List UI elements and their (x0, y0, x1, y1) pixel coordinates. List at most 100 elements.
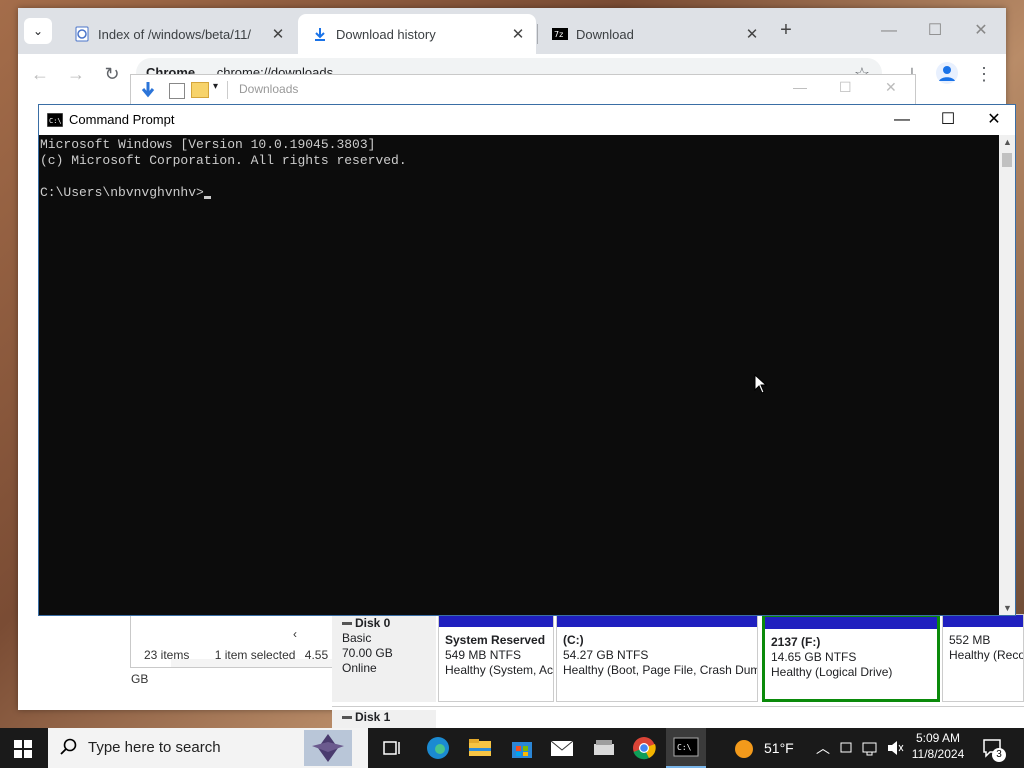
partition-status: Healthy (Logical Drive) (771, 665, 893, 679)
cmd-titlebar[interactable]: C:\ Command Prompt — ☐ ✕ (39, 105, 1015, 135)
disk-size: 70.00 GB (342, 646, 393, 660)
partition-recovery[interactable]: 552 MB Healthy (Recovery Partition) (942, 614, 1024, 702)
scroll-down-icon[interactable]: ▼ (1003, 603, 1012, 613)
mail-icon[interactable] (548, 734, 576, 762)
cmd-app-icon: C:\ (47, 113, 63, 127)
command-prompt-window[interactable]: C:\ Command Prompt — ☐ ✕ Microsoft Windo… (38, 104, 1016, 616)
weather-sun-icon[interactable] (734, 739, 754, 759)
taskbar-cmd-active[interactable]: C:\ (666, 728, 706, 768)
clock[interactable]: 5:09 AM 11/8/2024 (906, 730, 970, 762)
tab-strip: ⌄ Index of /windows/beta/11/ ✕ Download … (18, 8, 1006, 54)
console-prompt: C:\Users\nbvnvghvnhv> (40, 185, 204, 200)
partition-system-reserved[interactable]: System Reserved 549 MB NTFS Healthy (Sys… (438, 614, 554, 702)
console-prompt-line: C:\Users\nbvnvghvnhv> (40, 185, 1000, 201)
disk-type: Basic (342, 631, 372, 645)
explorer-minimize-button[interactable]: — (793, 79, 807, 95)
explorer-title: Downloads (239, 82, 299, 96)
partition-name: System Reserved (445, 633, 546, 647)
tab-label: Download (576, 26, 634, 42)
quick-access-dropdown-icon[interactable]: ▾ (213, 81, 218, 92)
notification-count-badge: 3 (992, 748, 1006, 762)
new-tab-button[interactable]: + (774, 18, 798, 42)
svg-text:C:\: C:\ (49, 117, 62, 125)
partition-status: Healthy (System, Active, Primary Partiti… (445, 663, 553, 677)
task-view-icon[interactable] (378, 734, 406, 762)
tab-search-button[interactable]: ⌄ (24, 18, 52, 44)
vertical-scrollbar[interactable]: ▲ ▼ (999, 135, 1015, 615)
disk-management-icon[interactable] (590, 734, 618, 762)
tab-label: Index of /windows/beta/11/ (98, 26, 251, 42)
text-cursor (203, 196, 211, 199)
disk-management-panel: Disk 0 Basic 70.00 GB Online System Rese… (332, 614, 1024, 730)
close-tab-icon[interactable]: ✕ (742, 25, 762, 43)
mouse-cursor-icon (754, 374, 768, 394)
close-tab-icon[interactable]: ✕ (268, 25, 288, 43)
partition-status: Healthy (Recovery Partition) (949, 648, 1023, 662)
partition-status: Healthy (Boot, Page File, Crash Dump, Pr… (563, 663, 757, 677)
svg-text:C:\: C:\ (677, 743, 692, 752)
explorer-close-button[interactable]: ✕ (885, 79, 897, 96)
7zip-icon: 7z (552, 26, 568, 42)
disk-1-info[interactable]: Disk 1 (332, 710, 436, 730)
console-line: (c) Microsoft Corporation. All rights re… (40, 153, 407, 168)
reload-button[interactable]: ↻ (98, 60, 126, 88)
edge-icon[interactable] (424, 734, 452, 762)
meet-now-icon[interactable] (840, 728, 854, 768)
cmd-title: Command Prompt (69, 112, 175, 127)
partition-c[interactable]: (C:) 54.27 GB NTFS Healthy (Boot, Page F… (556, 614, 758, 702)
scroll-up-icon[interactable]: ▲ (1003, 137, 1012, 147)
forward-button[interactable]: → (62, 60, 90, 88)
disk-status: Online (342, 661, 377, 675)
weather-temp[interactable]: 51°F (764, 728, 794, 768)
tab-download-history[interactable]: Download history ✕ (298, 14, 536, 54)
menu-icon[interactable]: ⋮ (970, 60, 998, 88)
folder-icon[interactable] (191, 82, 209, 98)
partition-size: 549 MB NTFS (445, 648, 522, 662)
disk-name: Disk 1 (355, 710, 391, 724)
download-arrow-icon (139, 81, 157, 99)
disk-name: Disk 0 (355, 616, 391, 630)
minimize-button[interactable]: — (866, 16, 912, 46)
cmd-close-button[interactable]: ✕ (971, 105, 1017, 135)
search-icon (60, 738, 78, 756)
file-explorer-icon[interactable] (466, 734, 494, 762)
tab-label: Download history (336, 26, 436, 42)
properties-icon[interactable] (169, 83, 185, 99)
console-line: Microsoft Windows [Version 10.0.19045.38… (40, 137, 376, 152)
tab-download[interactable]: 7z Download ✕ (538, 14, 770, 54)
console-output[interactable]: Microsoft Windows [Version 10.0.19045.38… (39, 135, 1000, 617)
explorer-maximize-button[interactable]: ☐ (839, 79, 852, 96)
download-icon (312, 26, 328, 42)
close-button[interactable]: ✕ (958, 16, 1004, 46)
svg-text:7z: 7z (554, 30, 563, 39)
search-highlight-image (304, 730, 352, 766)
partition-f-selected[interactable]: 2137 (F:) 14.65 GB NTFS Healthy (Logical… (762, 614, 940, 702)
explorer-titlebar: ▾ Downloads — ☐ ✕ (131, 75, 915, 105)
microsoft-store-icon[interactable] (508, 734, 536, 762)
partition-size: 54.27 GB NTFS (563, 648, 649, 662)
scroll-left-icon[interactable]: ‹ (293, 627, 297, 641)
partition-size: 552 MB (949, 633, 991, 647)
volume-muted-icon[interactable] (886, 728, 904, 768)
windows-start-icon[interactable] (14, 740, 32, 758)
search-placeholder: Type here to search (88, 739, 221, 756)
disk-0-info[interactable]: Disk 0 Basic 70.00 GB Online (332, 614, 436, 702)
back-button[interactable]: ← (26, 60, 54, 88)
cmd-maximize-button[interactable]: ☐ (925, 105, 971, 135)
tab-index-windows[interactable]: Index of /windows/beta/11/ ✕ (60, 14, 296, 54)
partition-name: (C:) (563, 633, 584, 647)
maximize-button[interactable]: ☐ (912, 16, 958, 46)
network-icon[interactable] (862, 728, 878, 768)
scrollbar-thumb[interactable] (1002, 153, 1012, 167)
profile-avatar[interactable] (936, 62, 958, 84)
chrome-icon[interactable] (630, 734, 658, 762)
taskbar-search-box[interactable]: Type here to search (48, 728, 368, 768)
show-hidden-icons-icon[interactable]: ︿ (816, 728, 830, 768)
close-tab-icon[interactable]: ✕ (508, 25, 528, 43)
taskbar: Type here to search C:\ 51°F ︿ 5:09 AM 1… (0, 728, 1024, 768)
clock-time: 5:09 AM (915, 731, 961, 745)
partition-size: 14.65 GB NTFS (771, 650, 857, 664)
partition-name: 2137 (F:) (771, 635, 821, 649)
cmd-minimize-button[interactable]: — (879, 105, 925, 135)
